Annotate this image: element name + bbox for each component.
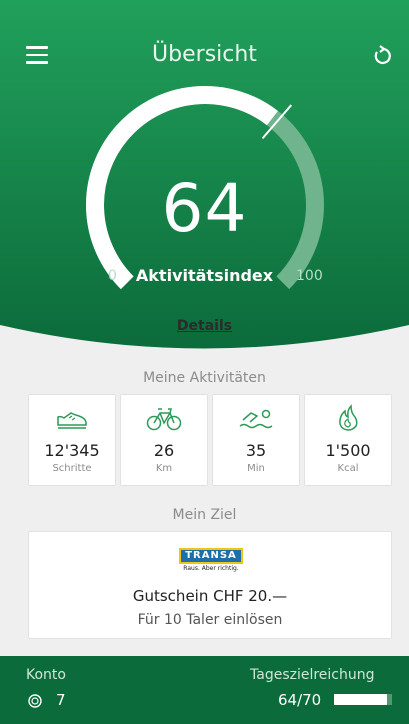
tile-value: 35 (245, 441, 267, 460)
tile-unit: Schritte (52, 463, 92, 474)
transa-logo: TRANSA Raus. Aber richtig. (179, 548, 243, 574)
flame-icon (339, 404, 358, 431)
activity-score: 64 (161, 170, 248, 247)
konto-label: Konto (26, 667, 66, 683)
swimmer-icon (239, 409, 273, 429)
daily-goal-label: Tageszielreichung (250, 667, 375, 683)
coin-icon (28, 694, 42, 708)
tile-unit: Kcal (337, 463, 359, 474)
voucher-title: Gutschein CHF 20.— (132, 587, 288, 605)
goal-card[interactable]: TRANSA Raus. Aber richtig. Gutschein CHF… (28, 531, 392, 639)
activity-tile-swim[interactable]: 35 Min (212, 394, 300, 486)
details-link[interactable]: Details (0, 318, 409, 334)
daily-goal-progress-fill (334, 694, 387, 705)
goal-section-title: Mein Ziel (172, 507, 237, 523)
activities-section-title: Meine Aktivitäten (143, 370, 266, 386)
tile-value: 26 (153, 441, 175, 460)
tile-unit: Min (247, 463, 265, 474)
logo-tagline: Raus. Aber richtig. (183, 565, 239, 572)
activity-index-label: Aktivitätsindex (135, 266, 274, 285)
activity-gauge (86, 86, 324, 290)
activity-tiles: 12'345 Schritte 26 Km 35 Min 1'500 Kcal (28, 394, 392, 486)
daily-goal-value: 64/70 (278, 691, 322, 709)
daily-goal-progress-bar (334, 694, 392, 705)
logo-wordmark: TRANSA (179, 548, 243, 564)
shoe-icon (57, 412, 87, 429)
tile-value: 12'345 (44, 441, 100, 460)
tile-value: 1'500 (325, 441, 371, 460)
activity-tile-calories[interactable]: 1'500 Kcal (304, 394, 392, 486)
activity-tile-steps[interactable]: 12'345 Schritte (28, 394, 116, 486)
header-area: Übersicht 64 0 Aktivitätsindex 100 Detai… (0, 0, 409, 370)
voucher-redeem-text: Für 10 Taler einlösen (137, 612, 283, 628)
footer-bar: Konto 7 Tageszielreichung 64/70 (0, 656, 409, 724)
konto-balance: 7 (56, 691, 66, 709)
gauge-max-label: 100 (296, 268, 323, 284)
bicycle-icon (146, 408, 182, 431)
tile-unit: Km (155, 463, 173, 474)
activity-tile-bike[interactable]: 26 Km (120, 394, 208, 486)
